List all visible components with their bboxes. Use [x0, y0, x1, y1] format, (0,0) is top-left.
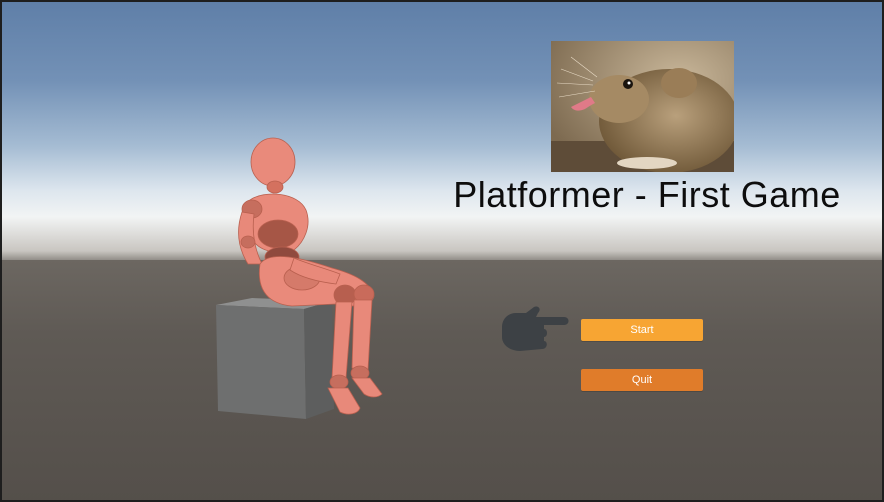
- crate: [216, 298, 334, 419]
- start-button[interactable]: Start: [581, 319, 703, 341]
- quit-button[interactable]: Quit: [581, 369, 703, 391]
- game-viewport: Platformer - First Game Start Quit: [0, 0, 884, 502]
- pointing-hand-icon: [502, 306, 569, 351]
- scene-3d: [216, 137, 383, 419]
- mouse-photo: [551, 41, 734, 172]
- game-title: Platformer - First Game: [453, 174, 841, 215]
